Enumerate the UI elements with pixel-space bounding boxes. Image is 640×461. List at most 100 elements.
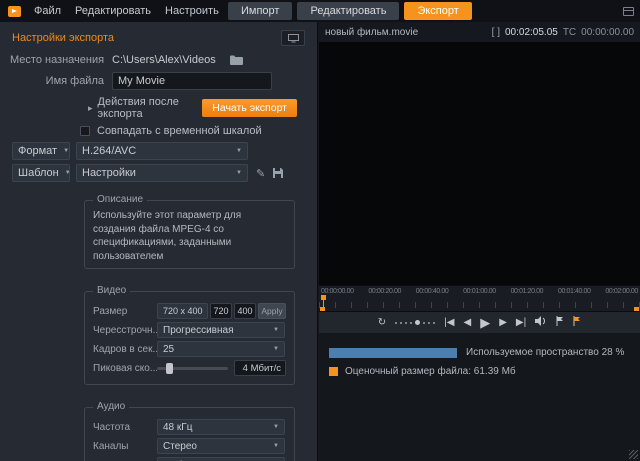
channels-label: Каналы: [93, 441, 157, 452]
export-settings-panel: Настройки экспорта Место назначения C:\U…: [0, 22, 318, 461]
volume-button[interactable]: [535, 316, 547, 329]
after-export-label[interactable]: Действия после экспорта: [98, 96, 203, 120]
menu-item-2[interactable]: Настроить: [158, 5, 226, 17]
channels-dropdown[interactable]: Стерео ▼: [157, 438, 285, 454]
step-back-button[interactable]: ◀: [463, 318, 471, 328]
filename-label: Имя файла: [10, 75, 112, 87]
tab-import[interactable]: Импорт: [228, 2, 292, 20]
bitrate-row: Пиковая ско... 4 Мбит/с: [93, 360, 286, 376]
disk-space-label: Используемое пространство 28 %: [466, 347, 624, 358]
video-group-title: Видео: [93, 285, 130, 296]
browse-folder-button[interactable]: [230, 55, 243, 65]
loop-button[interactable]: ↻: [378, 318, 386, 328]
size-label: Размер: [93, 306, 157, 317]
format-dropdown[interactable]: H.264/AVC ▼: [76, 142, 248, 160]
folder-icon: [230, 55, 243, 65]
play-button[interactable]: ▶: [480, 316, 490, 329]
flag-orange-icon: [573, 316, 581, 326]
fps-dropdown[interactable]: 25 ▼: [157, 341, 285, 357]
start-export-button[interactable]: Начать экспорт: [202, 99, 297, 117]
duration-icon: [ ]: [492, 27, 500, 38]
timecode-area: [ ] 00:02:05.05 TC 00:00:00.00: [492, 27, 634, 38]
tc-value: 00:00:00.00: [581, 27, 634, 38]
destination-value: C:\Users\Alex\Videos: [112, 54, 216, 66]
timeline[interactable]: 00:00:00.0000:00:20.0000:00:40.0000:01:0…: [319, 285, 640, 311]
range-end-marker[interactable]: [634, 307, 639, 311]
edit-template-button[interactable]: ✎: [256, 167, 265, 180]
expander-icon[interactable]: ▸: [88, 103, 93, 114]
frequency-value: 48 кГц: [163, 422, 192, 433]
window-layout-icon[interactable]: [623, 7, 634, 16]
tc-label: TC: [563, 27, 576, 38]
match-timeline-checkbox[interactable]: [80, 126, 90, 136]
template-dropdown[interactable]: Настройки ▼: [76, 164, 248, 182]
bitrate-slider[interactable]: [157, 360, 228, 376]
mode-tabs: Импорт Редактировать Экспорт: [228, 2, 472, 20]
video-preview[interactable]: [319, 42, 640, 285]
chevron-down-icon: ▼: [267, 346, 279, 352]
range-start-marker[interactable]: [320, 307, 325, 311]
match-timeline-label: Совпадать с временной шкалой: [97, 125, 262, 137]
file-size-row: Оценочный размер файла: 61.39 Мб: [329, 366, 630, 377]
menu-item-0[interactable]: Файл: [27, 5, 68, 17]
chevron-down-icon: ▼: [203, 308, 208, 314]
tab-export[interactable]: Экспорт: [404, 2, 471, 20]
audio-group-title: Аудио: [93, 401, 129, 412]
to-end-button[interactable]: ▶|: [516, 318, 526, 328]
template-category-dropdown[interactable]: Шаблон ▼: [12, 164, 70, 182]
save-icon: [273, 168, 283, 178]
video-groupbox: Видео Размер 720 x 400 ▼ Apply Чересстро…: [84, 291, 295, 385]
timeline-tick: 00:00:00.00: [321, 288, 354, 295]
format-category-dropdown[interactable]: Формат ▼: [12, 142, 70, 160]
match-timeline-row: Совпадать с временной шкалой: [0, 122, 317, 140]
channels-row: Каналы Стерео ▼: [93, 438, 286, 454]
tab-edit[interactable]: Редактировать: [297, 2, 399, 20]
channels-value: Стерео: [163, 441, 197, 452]
chevron-down-icon: ▼: [59, 170, 70, 176]
format-category-label: Формат: [18, 145, 57, 157]
chevron-down-icon: ▼: [267, 424, 279, 430]
speaker-icon: [535, 316, 547, 326]
marker-out-button[interactable]: [573, 316, 581, 329]
frequency-dropdown[interactable]: 48 кГц ▼: [157, 419, 285, 435]
slider-handle[interactable]: [166, 363, 173, 374]
frequency-label: Частота: [93, 422, 157, 433]
fps-row: Кадров в сек... 25 ▼: [93, 341, 286, 357]
timeline-tick: 00:01:20.00: [511, 288, 544, 295]
panel-header: Настройки экспорта: [0, 22, 317, 50]
disk-space-fill: [329, 348, 457, 358]
resize-grip[interactable]: [629, 450, 638, 459]
bitrate-value[interactable]: 4 Мбит/с: [234, 360, 286, 376]
filename-input[interactable]: [112, 72, 272, 90]
interlace-row: Чересстрочн... Прогрессивная ▼: [93, 322, 286, 338]
titlebar: ФайлРедактироватьНастроить ? ↶ ↷ ИмпортР…: [0, 0, 640, 22]
destination-row: Место назначения C:\Users\Alex\Videos: [0, 50, 317, 70]
to-start-button[interactable]: |◀: [444, 318, 454, 328]
height-input[interactable]: [234, 303, 256, 319]
interlace-value: Прогрессивная: [163, 325, 233, 336]
preview-header: новый фильм.movie [ ] 00:02:05.05 TC 00:…: [319, 22, 640, 42]
preview-panel: новый фильм.movie [ ] 00:02:05.05 TC 00:…: [319, 22, 640, 461]
frequency-row: Частота 48 кГц ▼: [93, 419, 286, 435]
device-button[interactable]: [281, 30, 305, 46]
step-forward-button[interactable]: ▶: [499, 318, 507, 328]
size-preset-dropdown[interactable]: 720 x 400 ▼: [157, 303, 208, 319]
monitor-icon: [288, 34, 299, 43]
chevron-down-icon: ▼: [57, 148, 69, 154]
quality-dropdown[interactable]: 16 бит ▼: [157, 457, 285, 461]
menu-item-1[interactable]: Редактировать: [68, 5, 158, 17]
speed-control[interactable]: [395, 320, 435, 325]
description-groupbox: Описание Используйте этот параметр для с…: [84, 200, 295, 269]
chevron-down-icon: ▼: [230, 148, 242, 154]
pencil-icon: ✎: [256, 167, 265, 180]
interlace-dropdown[interactable]: Прогрессивная ▼: [157, 322, 285, 338]
marker-in-button[interactable]: [556, 316, 564, 329]
export-stats: Используемое пространство 28 % Оценочный…: [319, 333, 640, 391]
size-row: Размер 720 x 400 ▼ Apply: [93, 303, 286, 319]
file-size-swatch: [329, 367, 338, 376]
format-value: H.264/AVC: [82, 145, 136, 157]
save-template-button[interactable]: [273, 168, 283, 178]
width-input[interactable]: [210, 303, 232, 319]
apply-size-button[interactable]: Apply: [258, 303, 286, 319]
template-value: Настройки: [82, 167, 136, 179]
